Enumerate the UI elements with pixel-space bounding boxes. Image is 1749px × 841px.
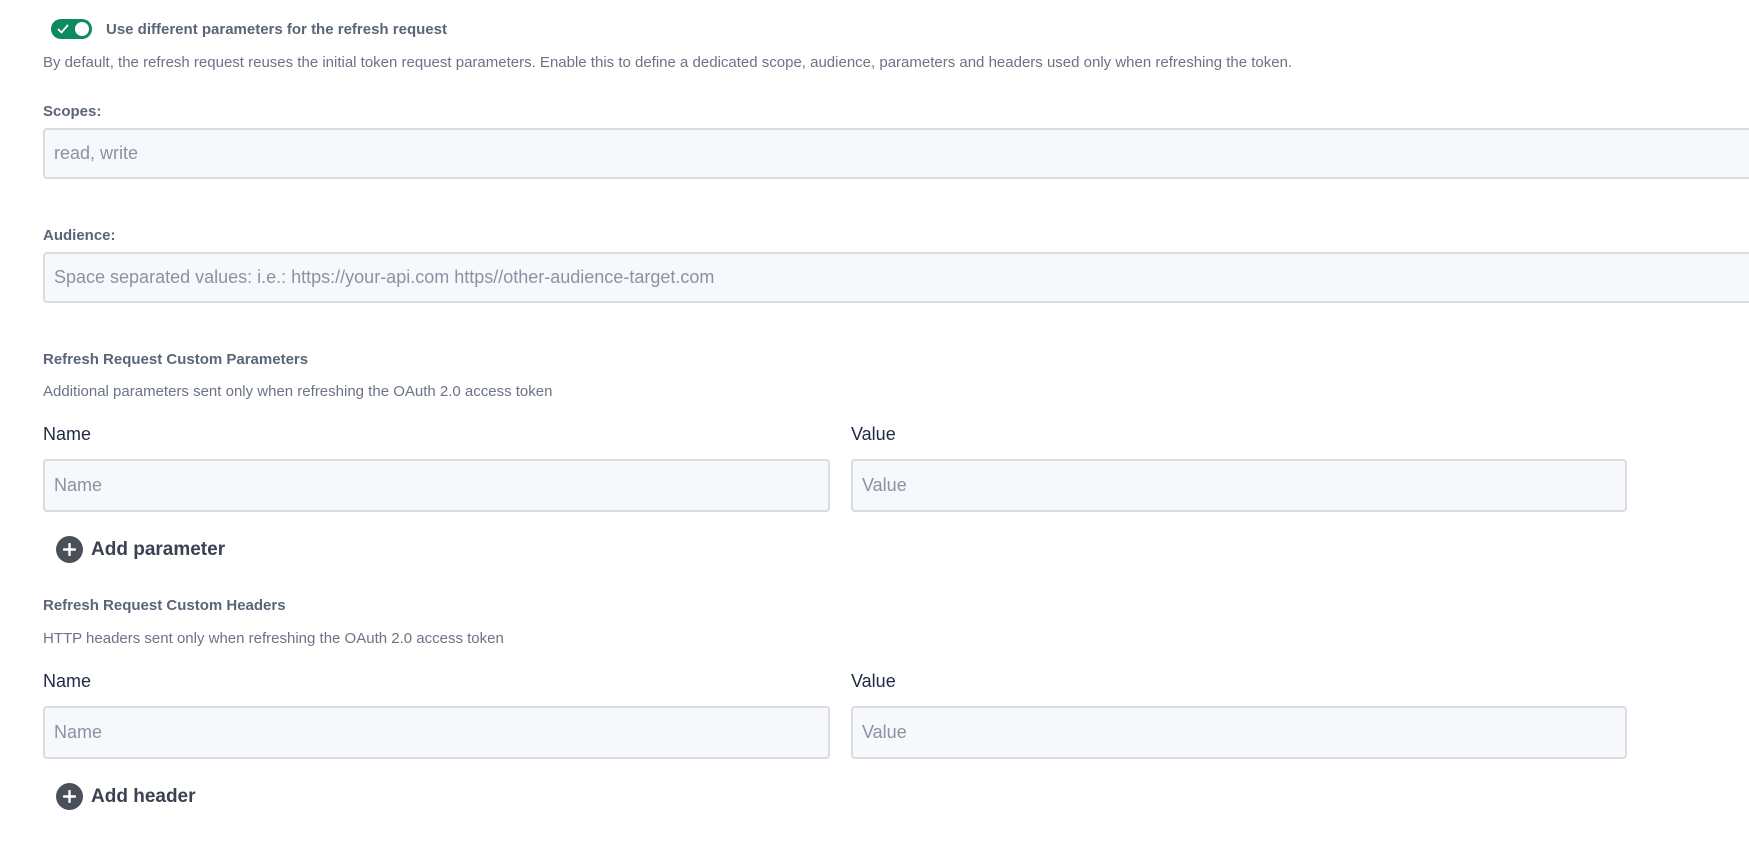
scopes-label: Scopes:	[43, 103, 102, 120]
add-header-label: Add header	[91, 785, 196, 807]
refresh-params-toggle[interactable]	[51, 19, 92, 39]
add-parameter-label: Add parameter	[91, 538, 226, 560]
refresh-description: By default, the refresh request reuses t…	[43, 54, 1293, 71]
add-parameter-button[interactable]: Add parameter	[56, 536, 225, 563]
audience-label: Audience:	[43, 227, 116, 244]
toggle-knob	[75, 22, 89, 36]
header-value-label: Value	[851, 671, 896, 691]
plus-circle-icon	[56, 536, 83, 563]
refresh-toggle-row: Use different parameters for the refresh…	[51, 18, 447, 40]
header-name-label: Name	[43, 671, 92, 691]
custom-headers-description: HTTP headers sent only when refreshing t…	[43, 630, 504, 647]
scopes-input[interactable]	[43, 128, 1749, 179]
header-value-input[interactable]	[851, 706, 1627, 759]
check-icon	[57, 24, 69, 34]
parameter-value-label: Value	[851, 424, 896, 444]
header-name-input[interactable]	[43, 706, 830, 759]
parameter-name-label: Name	[43, 424, 92, 444]
refresh-toggle-label: Use different parameters for the refresh…	[106, 20, 447, 38]
custom-parameters-title: Refresh Request Custom Parameters	[43, 351, 309, 368]
parameter-name-input[interactable]	[43, 459, 830, 512]
custom-headers-title: Refresh Request Custom Headers	[43, 597, 286, 614]
plus-circle-icon	[56, 783, 83, 810]
custom-parameters-description: Additional parameters sent only when ref…	[43, 383, 553, 400]
audience-input[interactable]	[43, 252, 1749, 303]
refresh-settings-panel: Use different parameters for the refresh…	[0, 0, 1749, 841]
parameter-value-input[interactable]	[851, 459, 1627, 512]
add-header-button[interactable]: Add header	[56, 783, 196, 810]
